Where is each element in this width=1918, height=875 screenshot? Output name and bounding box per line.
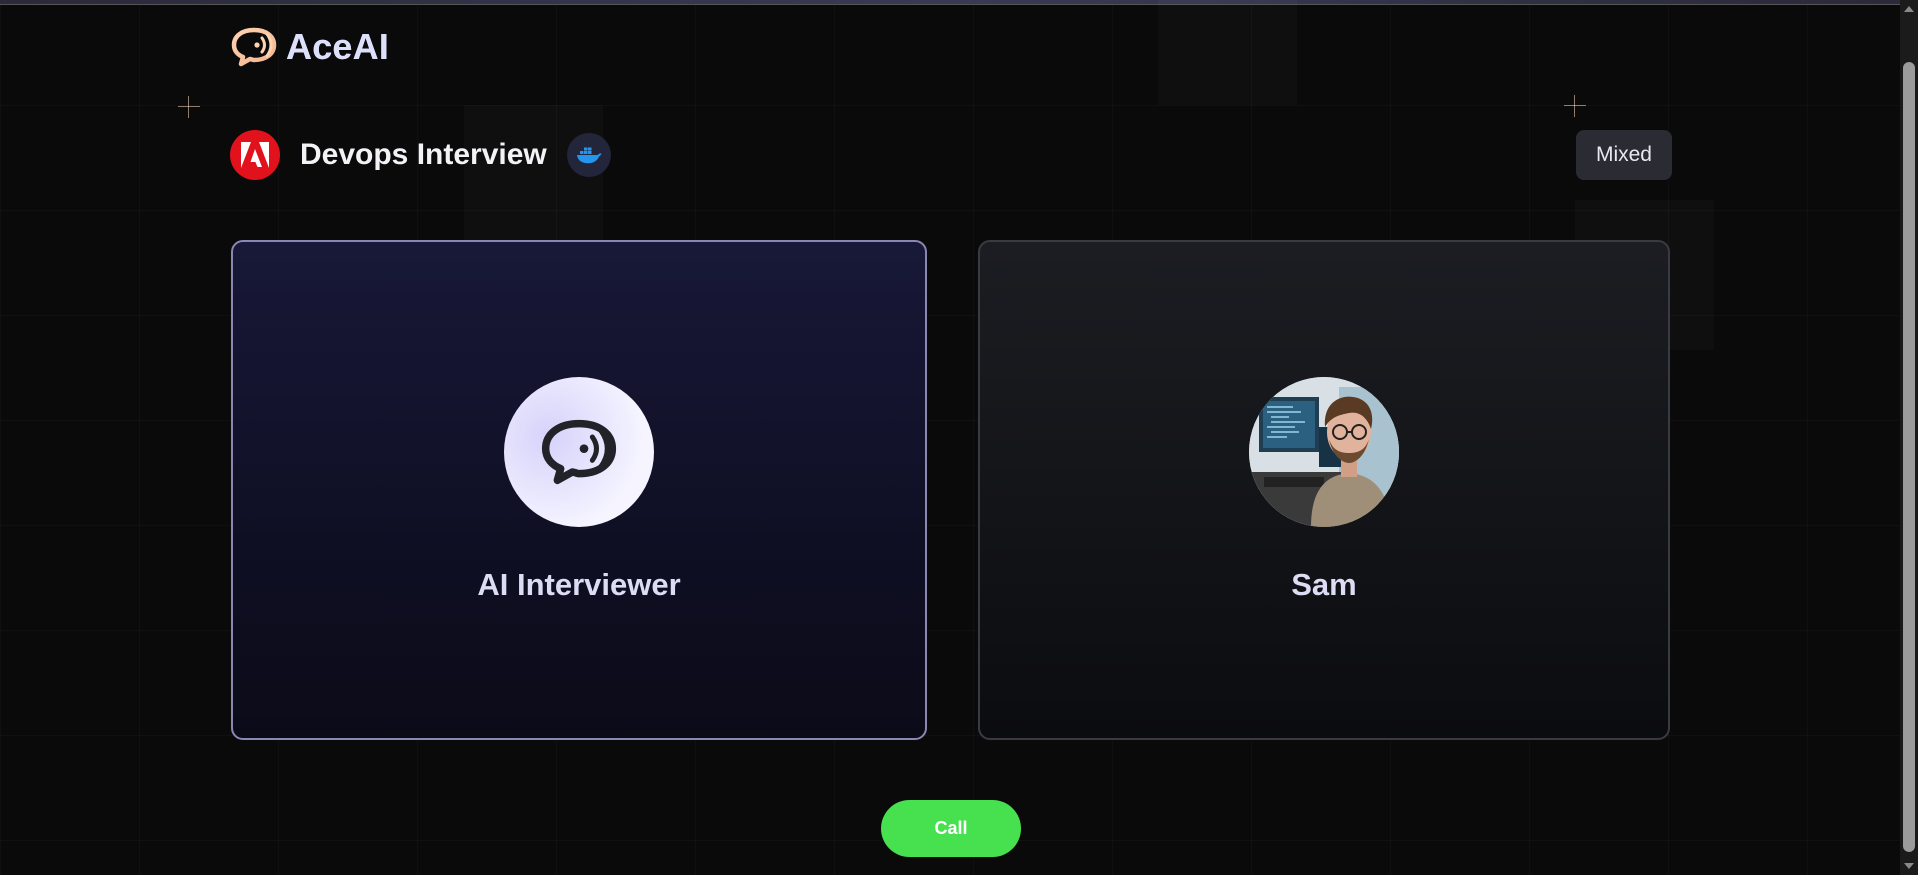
chat-voice-icon — [541, 419, 617, 485]
app-name: AceAI — [286, 26, 390, 67]
vertical-scrollbar[interactable] — [1900, 0, 1918, 875]
tech-badge — [566, 133, 611, 177]
sparkle-decoration — [1564, 95, 1586, 117]
scroll-thumb[interactable] — [1903, 62, 1915, 852]
ai-interviewer-name: AI Interviewer — [477, 567, 681, 602]
top-border — [0, 0, 1900, 5]
sparkle-decoration — [178, 96, 200, 118]
user-card: Sam — [978, 240, 1670, 740]
app-logo[interactable]: AceAI — [230, 26, 389, 68]
chat-voice-icon — [231, 27, 277, 67]
interview-title: Devops Interview — [300, 138, 547, 171]
ai-avatar — [504, 377, 654, 527]
docker-icon — [576, 147, 602, 164]
background-tile — [1158, 0, 1297, 105]
interview-header: Devops Interview Mixed — [230, 130, 1672, 180]
page: AceAI Devops Interview Mixed AI Intervie… — [0, 0, 1918, 875]
company-logo — [230, 130, 280, 180]
call-button[interactable]: Call — [881, 800, 1021, 857]
user-avatar — [1249, 377, 1399, 527]
user-name: Sam — [1291, 567, 1357, 602]
scroll-up-icon[interactable] — [1904, 6, 1914, 12]
user-photo — [1249, 377, 1399, 527]
interview-mode-badge: Mixed — [1575, 130, 1672, 180]
scroll-down-icon[interactable] — [1904, 863, 1914, 869]
ai-interviewer-card: AI Interviewer — [231, 240, 927, 740]
adobe-logo-icon — [241, 142, 269, 168]
